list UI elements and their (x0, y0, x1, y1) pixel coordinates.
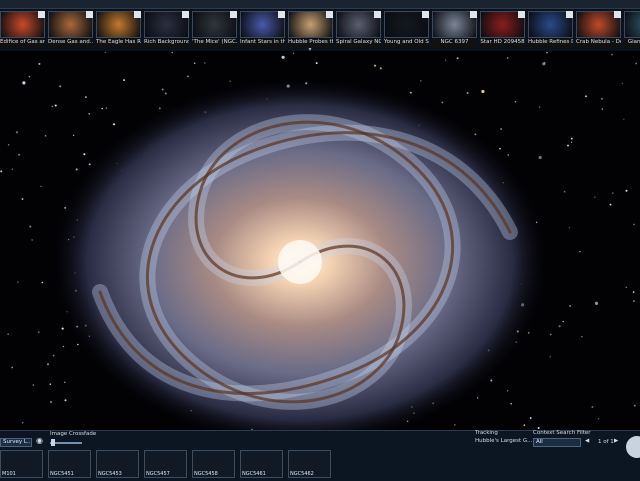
thumbnail-corner-icon (374, 11, 381, 18)
thumbnail-11[interactable]: Hubble Refines D... (528, 11, 573, 48)
context-thumbnail[interactable]: NGC5458 (192, 450, 235, 478)
thumbnail-corner-icon (134, 11, 141, 18)
sky-view[interactable] (0, 52, 640, 430)
thumbnail-corner-icon (278, 11, 285, 18)
thumbnail-3[interactable]: Rich Background... (144, 11, 189, 48)
context-thumbnail[interactable]: M101 (0, 450, 43, 478)
thumbnail-label: Spiral Galaxy NG... (336, 39, 381, 45)
thumbnail-label: Young and Old St... (384, 39, 429, 45)
thumbnail-label: Hubble Probes th... (288, 39, 333, 45)
thumbnail-corner-icon (38, 11, 45, 18)
thumbnail-corner-icon (470, 11, 477, 18)
next-page-icon[interactable]: ▶ (614, 438, 618, 444)
thumbnail-8[interactable]: Young and Old St... (384, 11, 429, 48)
thumbnail-corner-icon (518, 11, 525, 18)
title-bar (0, 0, 640, 9)
thumbnail-corner-icon (182, 11, 189, 18)
thumbnail-0[interactable]: Edifice of Gas an... (0, 11, 45, 48)
thumbnail-label: Giant Galac... (627, 39, 640, 45)
thumbnail-corner-icon (614, 11, 621, 18)
thumbnail-6[interactable]: Hubble Probes th... (288, 11, 333, 48)
thumbnail-5[interactable]: Infant Stars in the... (240, 11, 285, 48)
thumbnail-label: Edifice of Gas an... (0, 39, 45, 45)
thumbnail-image (624, 11, 640, 38)
thumbnail-10[interactable]: Star HD 209458 (480, 11, 525, 48)
eye-icon[interactable]: ◉ (36, 436, 43, 445)
crossfade-label: Image Crossfade (50, 431, 97, 437)
search-filter-dropdown[interactable]: All (533, 438, 581, 447)
thumbnail-corner-icon (86, 11, 93, 18)
tracking-value: Hubble's Largest G... (475, 438, 533, 444)
context-thumbnail-label: NGC5462 (290, 471, 314, 477)
context-thumbnail-label: NGC5461 (242, 471, 266, 477)
thumbnail-label: Infant Stars in the... (240, 39, 285, 45)
thumbnail-label: NGC 6397 (440, 39, 469, 45)
survey-dropdown[interactable]: Survey L... (0, 438, 32, 447)
thumbnail-label: The Eagle Has Ri... (96, 39, 141, 45)
thumbnail-label: Hubble Refines D... (528, 39, 573, 45)
context-thumbnail[interactable]: NGC5457 (144, 450, 187, 478)
context-thumbnail-label: NGC5457 (146, 471, 170, 477)
prev-page-icon[interactable]: ◀ (585, 438, 589, 444)
thumbnail-4[interactable]: 'The Mice' (NGC... (192, 11, 237, 48)
context-thumbnail-label: M101 (2, 471, 16, 477)
spiral-galaxy-image (50, 77, 550, 430)
thumbnail-7[interactable]: Spiral Galaxy NG... (336, 11, 381, 48)
thumbnail-corner-icon (422, 11, 429, 18)
thumbnail-label: Crab Nebula - De... (576, 39, 621, 45)
thumbnail-2[interactable]: The Eagle Has Ri... (96, 11, 141, 48)
thumbnail-9[interactable]: NGC 6397 (432, 11, 477, 48)
thumbnail-corner-icon (230, 11, 237, 18)
thumbnail-13[interactable]: Giant Galac... (624, 11, 640, 48)
context-thumbnail-label: NGC5453 (98, 471, 122, 477)
context-thumbnail[interactable]: NGC5462 (288, 450, 331, 478)
context-thumbnail[interactable]: NGC5451 (48, 450, 91, 478)
thumbnail-12[interactable]: Crab Nebula - De... (576, 11, 621, 48)
context-thumbnail[interactable]: NGC5453 (96, 450, 139, 478)
thumbnail-label: Star HD 209458 (480, 39, 525, 45)
thumbnail-label: 'The Mice' (NGC... (192, 39, 237, 45)
thumbnail-label: Dense Gas and... (48, 39, 93, 45)
page-info: 1 of 1 (598, 439, 614, 445)
context-thumbnail-label: NGC5458 (194, 471, 218, 477)
thumbnail-corner-icon (326, 11, 333, 18)
tracking-label: Tracking (475, 430, 498, 436)
search-filter-label: Context Search Filter (533, 430, 591, 436)
crossfade-slider-knob[interactable] (51, 439, 56, 446)
thumbnail-corner-icon (566, 11, 573, 18)
thumbnail-1[interactable]: Dense Gas and... (48, 11, 93, 48)
context-thumbnail-label: NGC5451 (50, 471, 74, 477)
thumbnail-label: Rich Background... (144, 39, 189, 45)
context-thumbnail[interactable]: NGC5461 (240, 450, 283, 478)
